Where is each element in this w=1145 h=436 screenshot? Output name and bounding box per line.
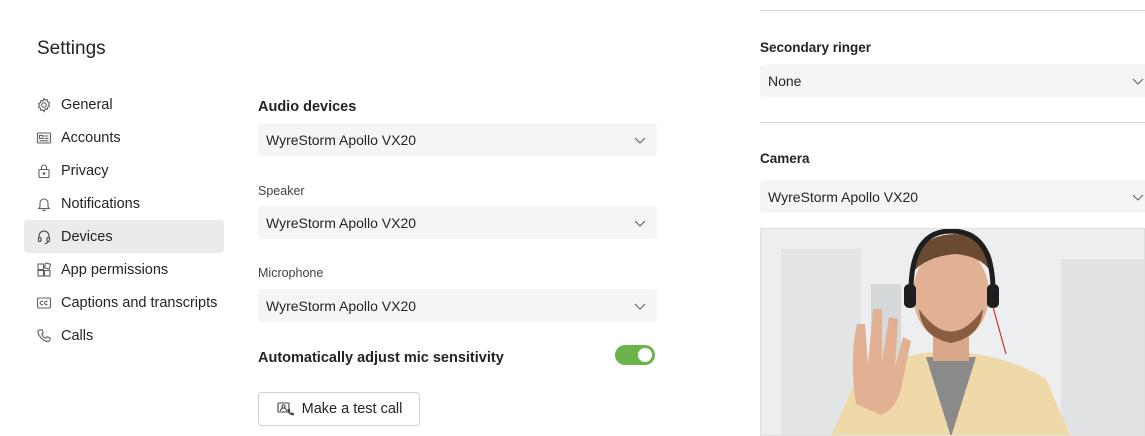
chevron-down-icon <box>634 220 646 227</box>
audio-device-dropdown[interactable]: WyreStorm Apollo VX20 <box>258 123 657 156</box>
nav-item-privacy[interactable]: Privacy <box>24 154 224 187</box>
chevron-down-icon <box>634 303 646 310</box>
audio-device-value: WyreStorm Apollo VX20 <box>266 131 417 148</box>
auto-adjust-label: Automatically adjust mic sensitivity <box>258 350 504 366</box>
audio-devices-heading: Audio devices <box>258 99 357 115</box>
nav-item-general[interactable]: General <box>24 88 224 121</box>
chevron-down-icon <box>634 137 646 144</box>
secondary-ringer-dropdown[interactable]: None <box>760 64 1145 97</box>
nav-item-app-permissions[interactable]: App permissions <box>24 253 224 286</box>
divider <box>760 10 1145 11</box>
speaker-dropdown[interactable]: WyreStorm Apollo VX20 <box>258 206 657 239</box>
nav-item-label: App permissions <box>61 261 169 278</box>
nav-item-label: Privacy <box>61 162 109 179</box>
secondary-ringer-value: None <box>768 72 802 89</box>
cc-icon <box>36 296 52 309</box>
speaker-label: Speaker <box>258 184 305 198</box>
microphone-value: WyreStorm Apollo VX20 <box>266 297 417 314</box>
make-test-call-button[interactable]: Make a test call <box>258 392 420 426</box>
chevron-down-icon <box>1132 78 1144 85</box>
chevron-down-icon <box>1132 194 1144 201</box>
make-test-call-label: Make a test call <box>301 401 403 417</box>
microphone-dropdown[interactable]: WyreStorm Apollo VX20 <box>258 289 657 322</box>
secondary-ringer-heading: Secondary ringer <box>760 40 872 55</box>
camera-preview <box>760 228 1145 436</box>
nav-item-label: General <box>61 96 113 113</box>
gear-icon <box>37 96 51 113</box>
toggle-knob <box>638 348 652 362</box>
nav-item-label: Calls <box>61 327 94 344</box>
camera-preview-image <box>761 229 1144 435</box>
divider <box>760 122 1145 123</box>
nav-item-label: Captions and transcripts <box>61 294 218 311</box>
camera-heading: Camera <box>760 151 810 166</box>
lock-icon <box>38 163 50 178</box>
test-call-icon <box>277 402 294 416</box>
nav-item-devices[interactable]: Devices <box>24 220 224 253</box>
camera-value: WyreStorm Apollo VX20 <box>768 188 919 205</box>
microphone-label: Microphone <box>258 266 324 280</box>
nav-item-label: Notifications <box>61 195 140 212</box>
phone-icon <box>37 328 51 342</box>
settings-nav: General Accounts Privacy Notifications D… <box>24 88 224 352</box>
nav-item-captions[interactable]: Captions and transcripts <box>24 286 224 319</box>
nav-item-notifications[interactable]: Notifications <box>24 187 224 220</box>
auto-adjust-toggle[interactable] <box>615 345 655 365</box>
nav-item-accounts[interactable]: Accounts <box>24 121 224 154</box>
nav-item-label: Devices <box>61 228 113 245</box>
nav-item-calls[interactable]: Calls <box>24 319 224 352</box>
nav-item-label: Accounts <box>61 129 121 146</box>
speaker-value: WyreStorm Apollo VX20 <box>266 214 417 231</box>
apps-icon <box>37 261 52 277</box>
headset-icon <box>37 230 51 244</box>
bell-icon <box>37 197 51 211</box>
page-title: Settings <box>37 38 106 59</box>
camera-dropdown[interactable]: WyreStorm Apollo VX20 <box>760 180 1145 213</box>
id-card-icon <box>36 131 52 144</box>
